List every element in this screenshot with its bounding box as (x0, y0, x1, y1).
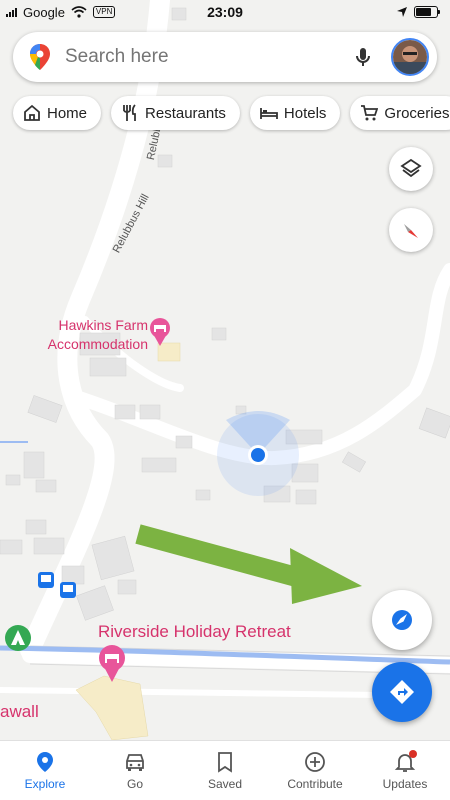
bookmark-icon (218, 751, 232, 773)
poi-label-riverside[interactable]: Riverside Holiday Retreat (98, 622, 291, 641)
annotation-arrow (135, 524, 362, 604)
campsite-pin (5, 625, 31, 651)
nav-label: Go (126, 776, 143, 791)
location-arrow-icon (397, 7, 407, 17)
explore-pin-icon (37, 751, 53, 772)
bus-stop-1 (38, 572, 54, 588)
nav-label: Contribute (287, 776, 343, 791)
vpn-badge: VPN (92, 6, 116, 18)
search-bar[interactable] (13, 32, 437, 82)
cart-icon (361, 105, 379, 121)
compass-button[interactable] (389, 208, 433, 252)
profile-photo (393, 40, 427, 74)
microphone-icon[interactable] (351, 45, 375, 69)
home-icon (24, 104, 40, 121)
my-location-button[interactable] (372, 590, 432, 650)
bed-icon (259, 108, 278, 119)
carrier-name: Google (23, 4, 65, 20)
compass-icon (404, 224, 418, 238)
hotel-pin-hawkins (150, 318, 170, 346)
nav-saved[interactable]: Saved (180, 741, 270, 800)
current-location-dot (251, 448, 265, 462)
notification-badge (409, 750, 417, 758)
plus-circle-icon (305, 751, 325, 772)
battery-icon (414, 6, 440, 18)
search-input[interactable] (65, 46, 351, 68)
chip-label: Hotels (283, 104, 327, 122)
chip-restaurants[interactable]: Restaurants (111, 96, 240, 130)
directions-icon (390, 680, 414, 704)
chip-hotels[interactable]: Hotels (249, 96, 341, 130)
nav-go[interactable]: Go (90, 741, 180, 800)
nav-explore[interactable]: Explore (0, 741, 90, 800)
road-south (0, 687, 383, 698)
directions-button[interactable] (372, 662, 432, 722)
chip-label: Restaurants (145, 104, 226, 122)
chip-label: Home (47, 104, 88, 122)
nav-label: Updates (382, 776, 428, 791)
chip-groceries[interactable]: Groceries (350, 96, 450, 130)
wifi-icon (71, 6, 87, 18)
place-label-partial: awall (0, 702, 39, 721)
bus-stop-2 (60, 582, 76, 598)
nav-label: Saved (207, 776, 243, 791)
car-icon (126, 753, 144, 771)
category-chips: Home Restaurants Hotels Groceries (13, 96, 450, 130)
signal-icon (6, 7, 17, 17)
my-location-icon (392, 610, 412, 630)
chip-home[interactable]: Home (13, 96, 102, 130)
nav-label: Explore (24, 776, 66, 791)
chip-label: Groceries (384, 104, 450, 122)
bottom-navigation: Explore Go Saved Contribute Updates (0, 740, 450, 800)
fork-knife-icon (123, 104, 136, 121)
profile-avatar[interactable] (391, 38, 429, 76)
status-bar: Google VPN 23:09 (0, 0, 450, 24)
google-maps-pin-icon (30, 44, 50, 70)
layers-button[interactable] (389, 147, 433, 191)
nav-updates[interactable]: Updates (360, 741, 450, 800)
poi-label-hawkins-farm[interactable]: Hawkins Farm Accommodation (36, 316, 148, 354)
nav-contribute[interactable]: Contribute (270, 741, 360, 800)
layers-icon (400, 158, 422, 178)
